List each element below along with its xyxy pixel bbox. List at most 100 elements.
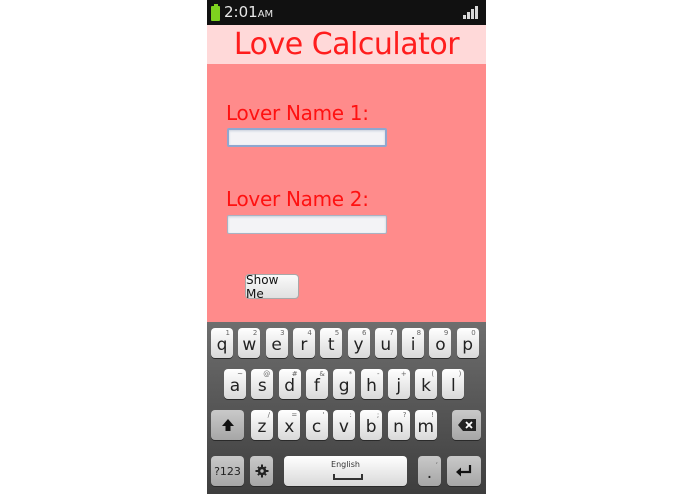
lover-name-1-field[interactable] <box>227 128 387 149</box>
key-hint: ? <box>402 411 407 419</box>
signal-icon <box>463 6 478 19</box>
key-label: i <box>410 335 416 355</box>
backspace-icon <box>457 419 476 431</box>
symbols-key[interactable]: ?123 <box>211 456 244 486</box>
key-hint: ! <box>430 411 434 419</box>
settings-key[interactable] <box>250 456 273 486</box>
key-d[interactable]: # d <box>278 369 301 399</box>
status-bar: 2:01AM <box>207 0 486 25</box>
key-label: a <box>229 376 241 396</box>
key-label: h <box>366 376 377 396</box>
key-label: u <box>380 335 392 355</box>
key-label: y <box>353 335 364 355</box>
lover-name-2-label: Lover Name 2: <box>226 187 369 211</box>
key-label: c <box>311 417 322 437</box>
clock-time: 2:01 <box>224 3 258 21</box>
space-key[interactable]: English <box>284 456 407 486</box>
key-f[interactable]: & f <box>305 369 328 399</box>
key-label: g <box>338 376 350 396</box>
key-hint: ~ <box>237 370 243 378</box>
app-title: Love Calculator <box>233 27 460 62</box>
key-hint: 6 <box>362 329 367 337</box>
key-w[interactable]: 2w <box>238 328 261 358</box>
key-hint: 8 <box>416 329 422 337</box>
key-t[interactable]: 5t <box>320 328 343 358</box>
clock-ampm: AM <box>257 9 274 20</box>
key-l[interactable]: ) l <box>442 369 465 399</box>
key-label: t <box>327 335 335 355</box>
lover-name-2-input[interactable] <box>228 218 386 236</box>
key-hint: 7 <box>389 329 394 337</box>
key-hint: 3 <box>280 329 285 337</box>
key-label: r <box>300 335 308 355</box>
key-o[interactable]: 9o <box>429 328 452 358</box>
key-label: w <box>242 335 257 355</box>
key-hint: / <box>267 411 270 419</box>
show-me-button[interactable]: Show Me <box>245 273 299 301</box>
key-label: o <box>435 335 446 355</box>
key-h[interactable]: -h <box>360 369 383 399</box>
status-clock: 2:01AM <box>224 3 273 24</box>
key-hint: 4 <box>307 329 312 337</box>
key-y[interactable]: 6y <box>347 328 370 358</box>
key-label: s <box>257 376 267 396</box>
key-n[interactable]: ? n <box>387 410 410 440</box>
key-a[interactable]: ~ a <box>224 369 246 399</box>
gear-icon <box>255 464 268 478</box>
enter-key[interactable] <box>447 456 481 486</box>
key-e[interactable]: 3e <box>265 328 288 358</box>
shift-icon <box>221 419 234 431</box>
key-z[interactable]: / z <box>251 410 273 440</box>
key-label: d <box>284 376 295 396</box>
key-v[interactable]: :v <box>332 410 355 440</box>
key-j[interactable]: + j <box>387 369 410 399</box>
key-label: b <box>365 417 377 437</box>
key-hint: + <box>400 370 407 378</box>
key-hint: 5 <box>334 329 340 337</box>
key-r[interactable]: 4r <box>292 328 315 358</box>
key-hint: ' <box>322 411 325 419</box>
key-label: v <box>338 417 349 437</box>
key-hint: 9 <box>443 329 449 337</box>
period-key-label: . <box>426 463 433 483</box>
lover-name-1-input[interactable] <box>229 133 385 149</box>
key-i[interactable]: 8i <box>402 328 425 358</box>
shift-key[interactable] <box>211 410 244 440</box>
key-label: m <box>417 417 435 437</box>
key-hint: - <box>376 370 380 378</box>
enter-icon <box>456 465 472 477</box>
key-label: f <box>313 376 320 396</box>
key-m[interactable]: ! m <box>414 410 437 440</box>
key-k[interactable]: (k <box>415 369 438 399</box>
key-hint: 1 <box>225 329 230 337</box>
key-g[interactable]: * g <box>333 369 356 399</box>
key-u[interactable]: 7u <box>374 328 397 358</box>
key-p[interactable]: 0p <box>456 328 479 358</box>
key-label: n <box>393 417 404 437</box>
soft-keyboard: 1q2w3e4r5t6y7u8i9o0p ~ a @ s # d & f * g - h + j(k) l … <box>207 322 486 494</box>
title-bar: Love Calculator <box>207 25 486 64</box>
key-label: z <box>257 417 267 437</box>
key-s[interactable]: @ s <box>251 369 274 399</box>
key-hint: ; <box>376 411 380 419</box>
key-label: l <box>451 376 456 396</box>
battery-icon <box>211 4 220 21</box>
lover-name-2-field[interactable] <box>227 215 387 236</box>
lover-name-1-label: Lover Name 1: <box>226 101 369 125</box>
key-hint: & <box>319 370 325 378</box>
key-hint: ) <box>458 370 462 378</box>
backspace-key[interactable] <box>452 410 481 440</box>
space-language-label: English <box>331 460 360 469</box>
key-hint: # <box>291 370 298 378</box>
key-hint: = <box>291 411 298 419</box>
key-c[interactable]: ' c <box>305 410 328 440</box>
period-key[interactable]: , . <box>418 456 441 486</box>
period-key-hint: , <box>435 457 438 465</box>
key-hint: 0 <box>471 329 476 337</box>
key-b[interactable]: ; b <box>360 410 383 440</box>
key-label: k <box>421 376 432 396</box>
key-q[interactable]: 1q <box>211 328 233 358</box>
key-label: q <box>216 335 228 355</box>
key-hint: ( <box>431 370 435 378</box>
key-x[interactable]: = x <box>278 410 301 440</box>
